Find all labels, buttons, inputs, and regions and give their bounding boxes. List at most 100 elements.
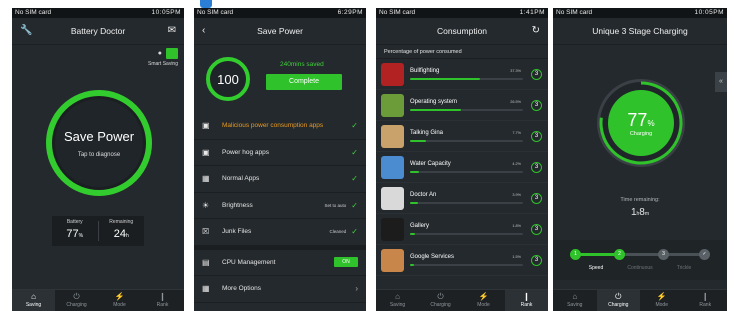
tab-charging[interactable]: ⏻ Charging [596, 290, 640, 311]
bolt-icon: ⚡ [656, 292, 667, 301]
list-item-malicious-apps[interactable]: ▣ Malicious power consumption apps ✓ [194, 113, 366, 140]
app-name: Doctor An [410, 191, 437, 198]
check-icon: ✓ [351, 121, 358, 131]
plug-icon: ⏻ [73, 292, 80, 301]
app-info: Bullfighting 37.3% [410, 68, 531, 81]
tab-saving[interactable]: ⌂ Saving [553, 290, 597, 311]
stage-label-trickle: Trickle [676, 265, 692, 271]
list-item-power-hog-apps[interactable]: ▣ Power hog apps ✓ [194, 140, 366, 166]
home-icon: ⌂ [31, 292, 36, 301]
app-row[interactable]: Doctor An 3.9% 3 [376, 183, 548, 214]
app-info: Doctor An 3.9% [410, 192, 531, 205]
app-icon [381, 124, 404, 148]
charge-percent: 77% [627, 109, 655, 130]
stage-label-speed: Speed [588, 265, 604, 271]
complete-button[interactable]: Complete [266, 74, 342, 90]
app-icon: ▣ [202, 147, 210, 157]
diagnose-hint: Tap to diagnose [77, 151, 121, 158]
tab-charging[interactable]: ⏻ Charging [55, 290, 98, 311]
tab-rank[interactable]: ❙ Rank [505, 290, 548, 311]
app-info: Operating system 26.5% [410, 99, 531, 112]
app-row[interactable]: Gallery 1.8% 3 [376, 214, 548, 245]
title-bar: Consumption ↻ [376, 18, 548, 45]
trash-icon: ☒ [202, 227, 210, 237]
wrench-icon[interactable]: 🔧 [20, 25, 32, 36]
app-rank-badge: 3 [531, 223, 542, 235]
check-icon: ✓ [351, 147, 358, 157]
cpu-toggle[interactable]: ON [334, 257, 358, 268]
grid-icon: ▦ [202, 174, 210, 184]
app-row[interactable]: Water Capacity 4.2% 3 [376, 152, 548, 183]
app-name: Talking Gina [410, 129, 444, 136]
app-icon [381, 248, 404, 272]
consumption-subtitle: Percentage of power consumed [376, 45, 548, 59]
home-icon: ⌂ [572, 292, 578, 301]
consumption-bar-track [410, 170, 523, 174]
tab-mode[interactable]: ⚡ Mode [98, 290, 141, 311]
list-item-cpu-management[interactable]: ▤ CPU Management ON [194, 250, 366, 276]
tab-mode[interactable]: ⚡ Mode [462, 290, 505, 311]
tab-rank[interactable]: ❙ Rank [684, 290, 728, 311]
list-item-more-options[interactable]: ▦ More Options › [194, 276, 366, 303]
lock-icon: ▤ [202, 257, 210, 267]
clock-text: 10:05PM [151, 9, 181, 16]
clock-text: 1:41PM [519, 9, 545, 16]
home-icon: ⌂ [395, 292, 400, 301]
app-rank-badge: 3 [531, 254, 542, 266]
status-bar: No SIM card 1:41PM [376, 8, 548, 18]
refresh-icon[interactable]: ↻ [532, 25, 540, 36]
title-bar: 🔧 Battery Doctor ✉ [12, 18, 184, 45]
back-arrow-icon[interactable]: ‹ [202, 25, 205, 36]
item-status: Cleaned [329, 229, 347, 235]
clock-text: 10:05PM [694, 9, 724, 16]
save-power-button[interactable]: Save Power Tap to diagnose [46, 90, 152, 196]
check-icon: ✓ [351, 227, 358, 237]
stage-3-dot: 3 [658, 249, 669, 260]
tab-mode[interactable]: ⚡ Mode [640, 290, 684, 311]
consumption-bar-track [410, 201, 523, 205]
score-ring: 100 [206, 57, 250, 101]
bolt-icon: ⚡ [114, 292, 125, 301]
bottom-tab-bar: ⌂ Saving ⏻ Charging ⚡ Mode ❙ Rank [553, 289, 727, 311]
consumption-bar-fill [410, 232, 415, 236]
check-icon: ✓ [351, 174, 358, 184]
consumption-bar-track [410, 263, 523, 267]
save-power-title: Save Power [63, 128, 135, 144]
item-status: Set to auto [324, 202, 347, 208]
toggle-switch[interactable] [166, 48, 178, 59]
item-label: Malicious power consumption apps [222, 121, 324, 129]
page-title: Consumption [436, 26, 488, 36]
smart-saving-toggle[interactable]: ● Smart Saving [148, 48, 178, 67]
app-row[interactable]: Bullfighting 37.3% 3 [376, 59, 548, 90]
stage-1-dot: 1 [570, 249, 581, 260]
mail-icon[interactable]: ✉ [168, 25, 176, 36]
time-remaining: Time remaining: 1h8m [553, 197, 727, 218]
consumption-bar-track [410, 108, 523, 112]
app-icon: ▣ [202, 121, 210, 131]
app-row[interactable]: Operating system 26.5% 3 [376, 90, 548, 121]
tab-charging[interactable]: ⏻ Charging [419, 290, 462, 311]
tab-saving[interactable]: ⌂ Saving [12, 290, 55, 311]
app-row[interactable]: Talking Gina 7.7% 3 [376, 121, 548, 152]
item-label: Normal Apps [222, 175, 260, 183]
remaining-value: 24h [113, 228, 129, 240]
bar-chart-icon: ❙ [523, 292, 530, 301]
app-icon [381, 62, 404, 86]
phone-save-power: No SIM card 6:29PM ‹ Save Power 100 240m… [194, 8, 366, 311]
consumption-bar-fill [410, 139, 426, 143]
app-percent: 7.7% [512, 130, 521, 135]
tab-rank[interactable]: ❙ Rank [141, 290, 184, 311]
app-row[interactable]: Google Services 1.5% 3 [376, 245, 548, 276]
title-bar: ‹ Save Power [194, 18, 366, 45]
app-info: Water Capacity 4.2% [410, 161, 531, 174]
top-strip [0, 0, 734, 8]
tab-saving[interactable]: ⌂ Saving [376, 290, 419, 311]
carrier-text: No SIM card [197, 9, 234, 16]
list-item-junk-files[interactable]: ☒ Junk Files Cleaned ✓ [194, 219, 366, 246]
bottom-tab-bar: ⌂ Saving ⏻ Charging ⚡ Mode ❙ Rank [12, 289, 184, 311]
list-item-brightness[interactable]: ☀ Brightness Set to auto ✓ [194, 193, 366, 219]
app-icon [381, 186, 404, 210]
phone-consumption: No SIM card 1:41PM Consumption ↻ Percent… [376, 8, 548, 311]
collapse-panel-icon[interactable]: « [715, 72, 727, 92]
list-item-normal-apps[interactable]: ▦ Normal Apps ✓ [194, 166, 366, 193]
